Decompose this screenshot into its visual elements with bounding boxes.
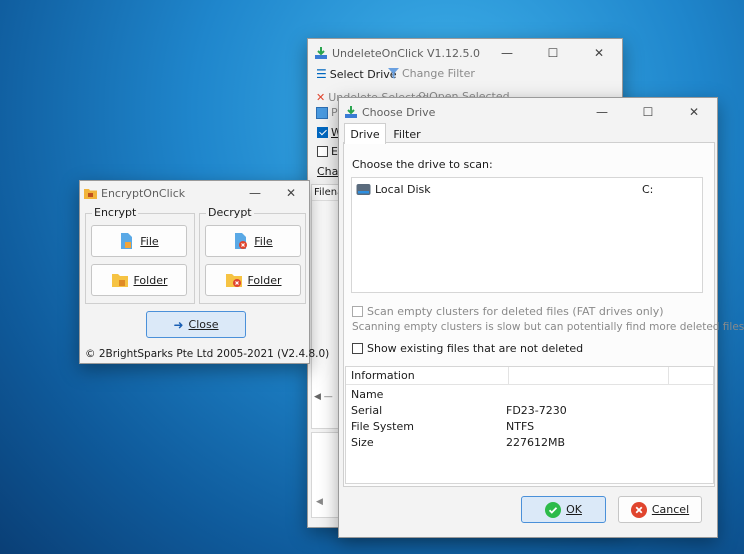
hard-drive-icon — [356, 183, 371, 196]
scroll-left-arrow[interactable]: ◀ — — [314, 392, 333, 402]
scan-empty-checkbox[interactable] — [352, 306, 363, 317]
cd-maximize-button[interactable]: ☐ — [625, 98, 671, 126]
header-divider-2 — [668, 367, 669, 384]
cd-minimize-button[interactable]: — — [579, 98, 625, 126]
copyright-text: © 2BrightSparks Pte Ltd 2005-2021 (V2.4.… — [85, 348, 330, 360]
tab-panel: Choose the drive to scan: Local Disk C: … — [343, 142, 744, 487]
decrypt-file-button[interactable]: File — [205, 225, 301, 257]
lock-folder-icon — [84, 187, 97, 200]
show-existing-checkbox-row[interactable]: Show existing files that are not deleted — [352, 342, 583, 355]
cd-close-window-button[interactable]: ✕ — [671, 98, 717, 126]
decrypt-group-label: Decrypt — [206, 206, 254, 219]
close-window-button[interactable]: ✕ — [576, 39, 622, 67]
show-existing-checkbox[interactable] — [352, 343, 363, 354]
scan-empty-checkbox-row[interactable]: Scan empty clusters for deleted files (F… — [352, 305, 664, 318]
tab-drive[interactable]: Drive — [344, 123, 386, 144]
x-icon: ✕ — [316, 90, 326, 104]
cancel-button[interactable]: Cancel — [618, 496, 702, 523]
drive-list[interactable]: Local Disk C: — [351, 177, 703, 293]
undelete-titlebar: UndeleteOnClick V1.12.5.0 — ☐ ✕ — [308, 39, 622, 67]
choose-drive-titlebar: Choose Drive — ☐ ✕ — [339, 98, 717, 126]
info-row: File System NTFS — [351, 420, 535, 433]
scan-note: Scanning empty clusters is slow but can … — [352, 321, 744, 333]
x-circle-icon — [630, 501, 647, 518]
drive-row[interactable]: Local Disk C: — [356, 181, 696, 197]
encrypt-titlebar: EncryptOnClick — ✕ — [80, 181, 309, 205]
arrow-right-icon: ➜ — [173, 317, 184, 332]
file-unlock-icon — [233, 232, 249, 250]
folder-unlock-icon — [225, 272, 243, 288]
ok-button[interactable]: OK — [521, 496, 606, 523]
choose-drive-app-icon — [344, 105, 358, 119]
encrypt-folder-button[interactable]: Folder — [91, 264, 187, 296]
check-circle-icon — [545, 501, 562, 518]
checkbox-checked[interactable] — [317, 127, 328, 138]
maximize-button[interactable]: ☐ — [530, 39, 576, 67]
info-list[interactable]: Information Name Serial FD23-7230 File S… — [345, 366, 714, 484]
info-row: Name — [351, 388, 384, 401]
info-header-row: Information — [346, 367, 713, 385]
choose-drive-window: Choose Drive — ☐ ✕ Drive Filter Choose t… — [338, 97, 744, 538]
encrypt-close-window-button[interactable]: ✕ — [273, 181, 309, 205]
folder-lock-icon — [111, 272, 129, 288]
undelete-app-icon — [314, 46, 328, 60]
filter-icon — [388, 68, 399, 79]
select-drive-button[interactable]: ☰ Select Drive — [316, 67, 397, 81]
drive-name: Local Disk — [375, 182, 431, 196]
choose-drive-prompt: Choose the drive to scan: — [352, 158, 493, 171]
encrypt-close-button[interactable]: ➜ Close — [146, 311, 246, 338]
checkbox-unchecked[interactable] — [317, 146, 328, 157]
tab-filter[interactable]: Filter — [387, 126, 427, 142]
decrypt-folder-button[interactable]: Folder — [205, 264, 301, 296]
change-filter-button[interactable]: Change Filter — [388, 67, 475, 80]
encrypt-group-label: Encrypt — [92, 206, 139, 219]
list-icon: ☰ — [316, 67, 327, 81]
header-divider-1 — [508, 367, 509, 384]
encrypt-minimize-button[interactable]: — — [237, 181, 273, 205]
preview-icon — [316, 106, 328, 119]
info-row: Serial FD23-7230 — [351, 404, 567, 417]
minimize-button[interactable]: — — [484, 39, 530, 67]
info-row: Size 227612MB — [351, 436, 566, 449]
encrypt-file-button[interactable]: File — [91, 225, 187, 257]
encrypt-title: EncryptOnClick — [101, 186, 186, 200]
option-checkbox-2[interactable]: E — [317, 145, 338, 158]
scroll-left-arrow-2[interactable]: ◀ — [316, 497, 323, 507]
info-header[interactable]: Information — [351, 369, 415, 382]
undelete-title: UndeleteOnClick V1.12.5.0 — [332, 46, 481, 60]
choose-drive-title: Choose Drive — [362, 105, 436, 119]
encrypt-window: EncryptOnClick — ✕ Encrypt Decrypt File … — [79, 180, 329, 364]
file-lock-icon — [119, 232, 135, 250]
drive-letter: C: — [642, 182, 654, 196]
